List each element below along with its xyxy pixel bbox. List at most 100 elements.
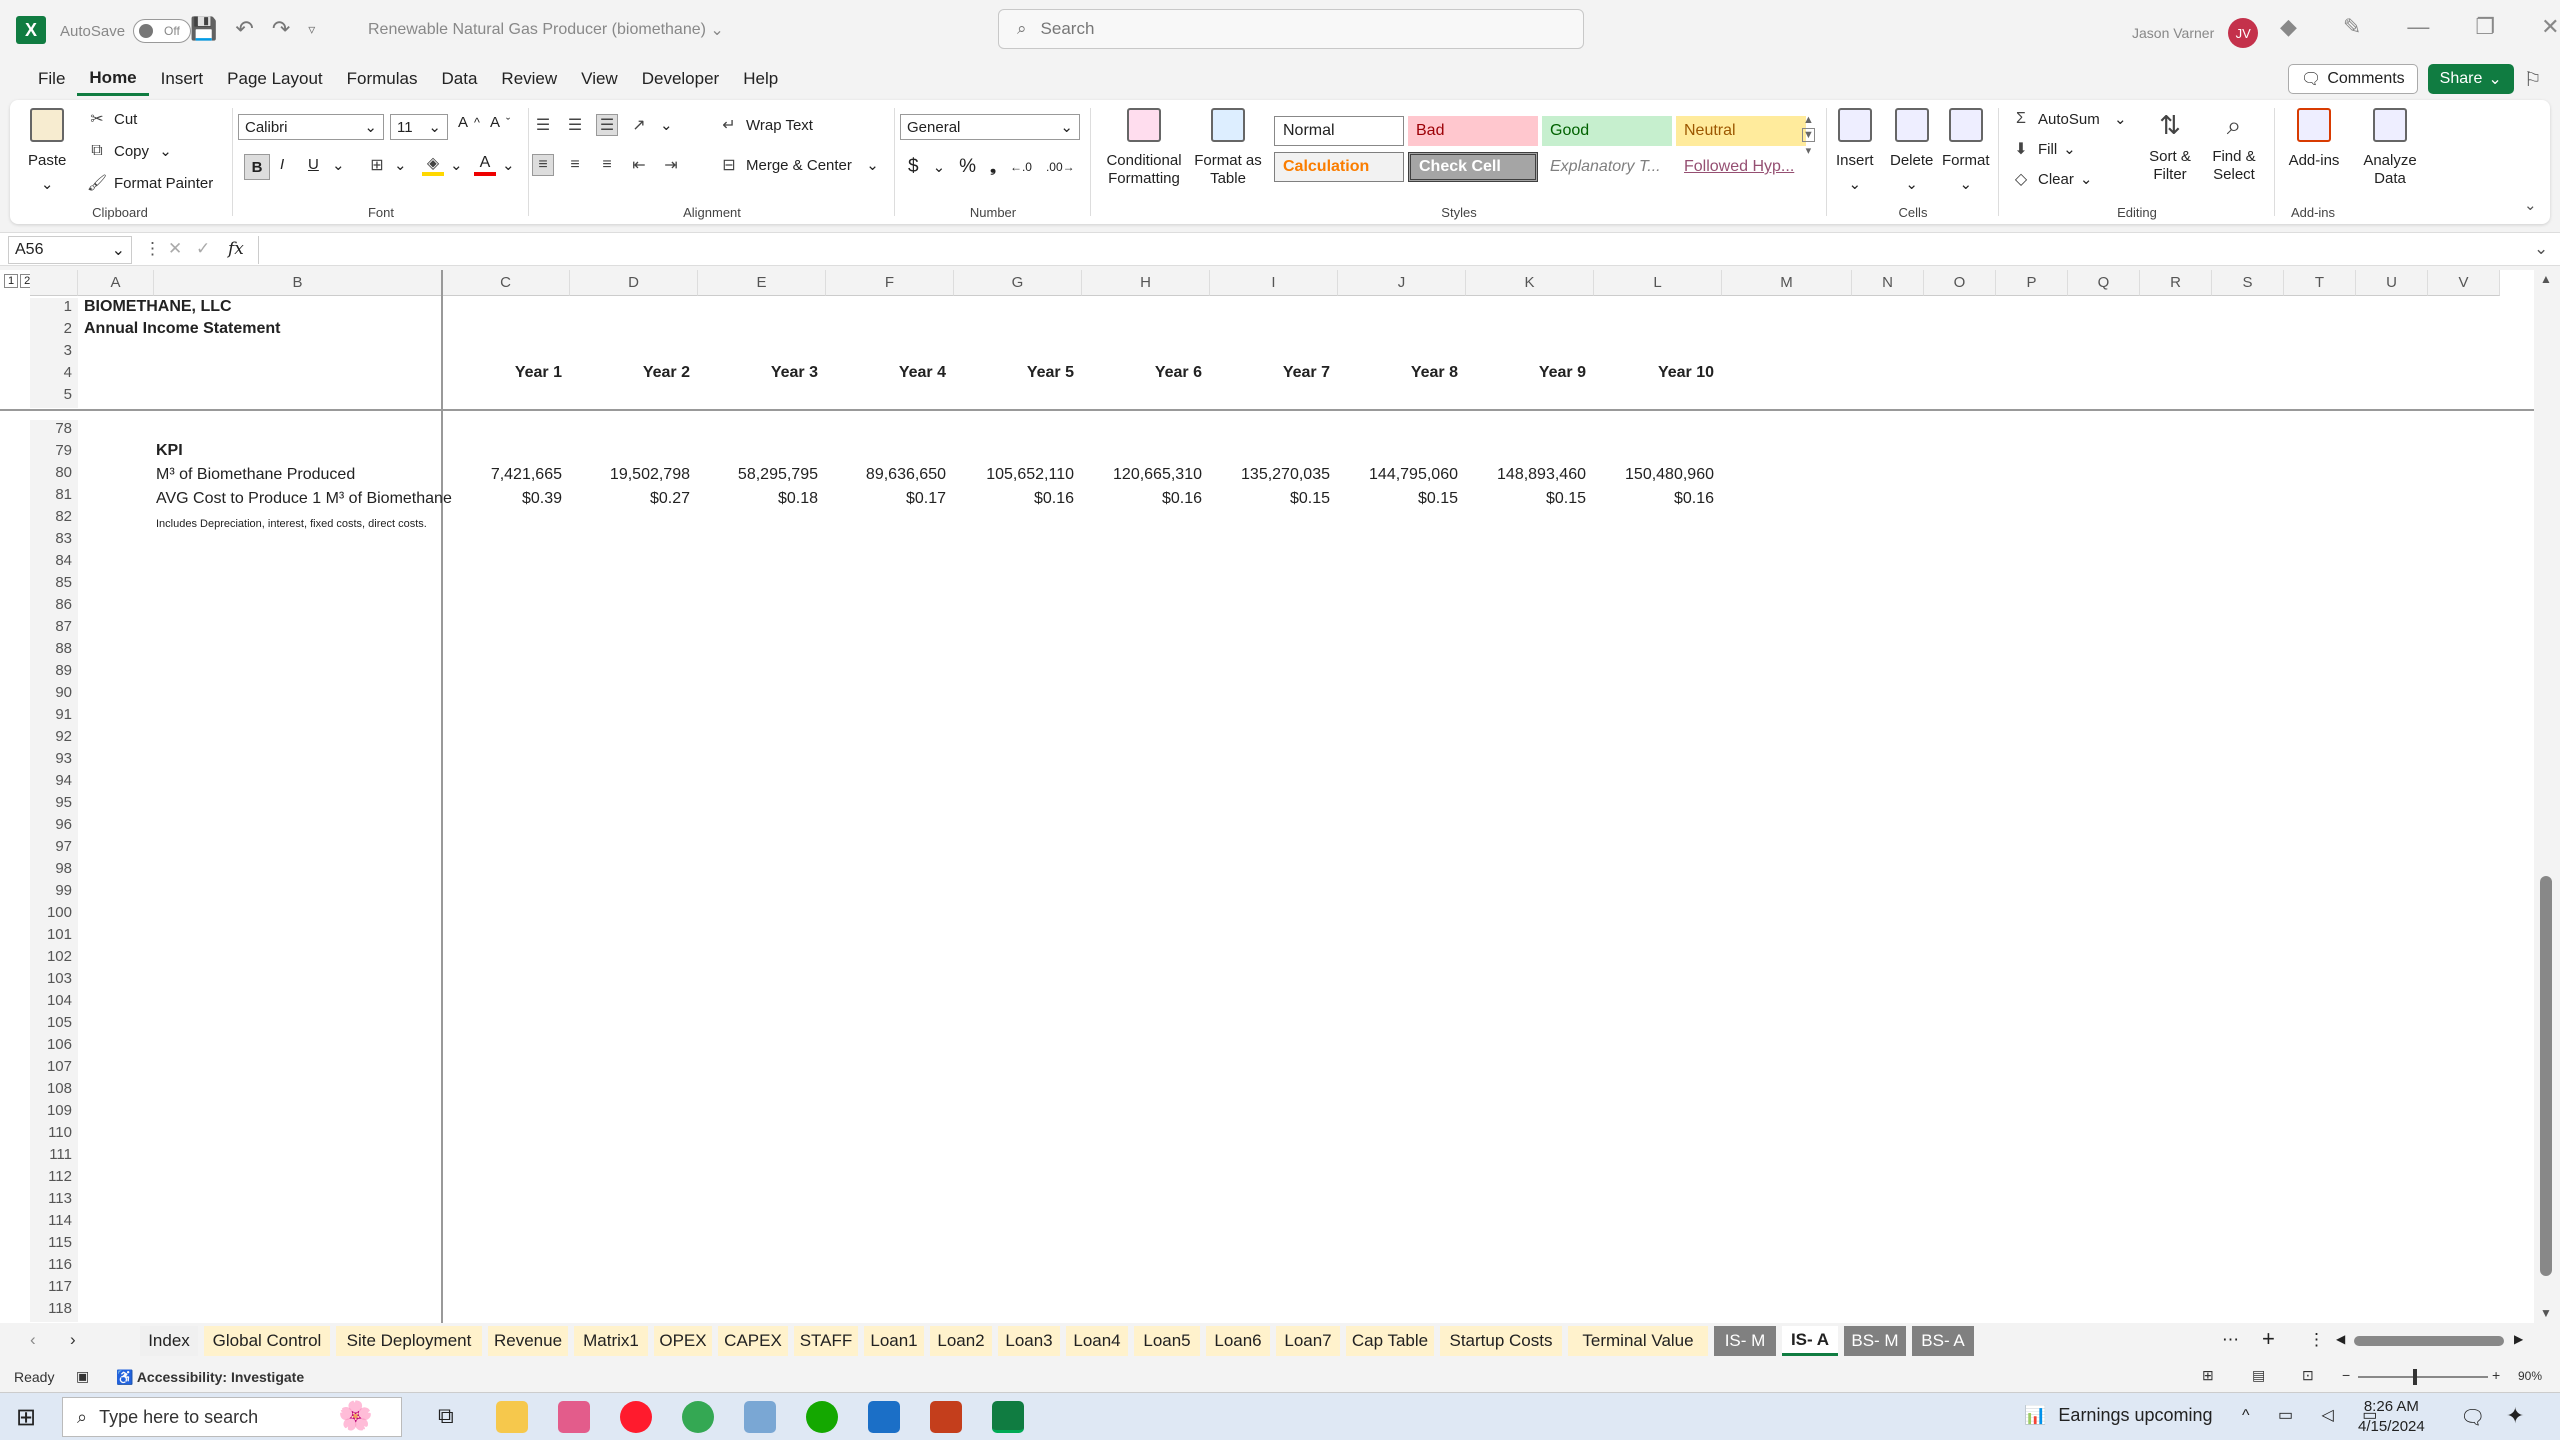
app-icon[interactable] (744, 1401, 776, 1433)
row-header-114[interactable]: 114 (30, 1212, 78, 1234)
copy-button[interactable]: ⧉ Copy ⌄ (86, 140, 172, 162)
pen-icon[interactable]: ✎ (2343, 14, 2361, 40)
outline-level-1[interactable]: 1 (4, 274, 19, 288)
row-header-3[interactable]: 3 (30, 342, 78, 364)
align-middle-icon[interactable]: ☰ (564, 114, 586, 136)
next-sheet-icon[interactable]: › (70, 1330, 76, 1350)
row-header-87[interactable]: 87 (30, 618, 78, 640)
column-header-l[interactable]: L (1594, 270, 1722, 296)
year-header[interactable]: Year 9 (1466, 364, 1586, 382)
align-right-icon[interactable]: ≡ (596, 154, 618, 176)
underline-dropdown[interactable]: ⌄ (332, 156, 345, 174)
share-button[interactable]: Share ⌄ (2427, 64, 2514, 94)
minimize-icon[interactable]: — (2407, 14, 2429, 40)
row82-note[interactable]: Includes Depreciation, interest, fixed c… (156, 518, 427, 530)
column-header-i[interactable]: I (1210, 270, 1338, 296)
row-header-89[interactable]: 89 (30, 662, 78, 684)
row-header-85[interactable]: 85 (30, 574, 78, 596)
tab-page-layout[interactable]: Page Layout (215, 62, 334, 96)
sheet-tab[interactable]: Startup Costs (1440, 1326, 1562, 1356)
font-name-select[interactable]: Calibri ⌄ (238, 114, 384, 140)
undo-icon[interactable]: ↶ (235, 16, 253, 42)
year-header[interactable]: Year 6 (1082, 364, 1202, 382)
sheet-tab[interactable]: Cap Table (1346, 1326, 1434, 1356)
sheet-tab[interactable]: IS- A (1782, 1326, 1838, 1356)
find-select-button[interactable]: ⌕ Find & Select (2202, 108, 2266, 184)
scroll-left-icon[interactable]: ◀ (2336, 1332, 2345, 1346)
tab-view[interactable]: View (569, 62, 630, 96)
column-header-b[interactable]: B (154, 270, 442, 296)
production-value-cell[interactable]: 89,636,650 (826, 466, 946, 484)
snipping-tool-icon[interactable] (558, 1401, 590, 1433)
sheet-tab[interactable]: Loan3 (998, 1326, 1060, 1356)
production-value-cell[interactable]: 150,480,960 (1594, 466, 1714, 484)
borders-button[interactable]: ⊞ ⌄ (366, 154, 406, 176)
wrap-text-button[interactable]: ↵ Wrap Text (718, 114, 813, 136)
year-header[interactable]: Year 4 (826, 364, 946, 382)
clock[interactable]: 8:26 AM 4/15/2024 (2358, 1397, 2425, 1437)
column-header-q[interactable]: Q (2068, 270, 2140, 296)
formula-input[interactable] (258, 236, 2528, 264)
cut-button[interactable]: ✂ Cut (86, 108, 137, 130)
feedback-icon[interactable]: ⚐ (2524, 67, 2542, 92)
row81-label[interactable]: AVG Cost to Produce 1 M³ of Biomethane (156, 490, 452, 508)
column-header-k[interactable]: K (1466, 270, 1594, 296)
more-sheets-icon[interactable]: ⋯ (2222, 1330, 2239, 1350)
font-color-button[interactable]: A ⌄ (474, 154, 515, 176)
restore-icon[interactable]: ❐ (2475, 14, 2495, 40)
sheet-tab[interactable]: Loan7 (1276, 1326, 1340, 1356)
scroll-right-icon[interactable]: ▶ (2514, 1332, 2523, 1346)
grow-font-button[interactable]: A ^ (458, 114, 480, 131)
row-header-101[interactable]: 101 (30, 926, 78, 948)
year-header[interactable]: Year 10 (1594, 364, 1714, 382)
autosum-button[interactable]: Σ AutoSum ⌄ (2010, 108, 2127, 130)
zoom-slider[interactable] (2358, 1369, 2488, 1385)
column-header-d[interactable]: D (570, 270, 698, 296)
row-header-91[interactable]: 91 (30, 706, 78, 728)
row-header-109[interactable]: 109 (30, 1102, 78, 1124)
name-box[interactable]: A56 ⌄ (8, 236, 132, 264)
task-view-icon[interactable]: ⧉ (438, 1403, 454, 1429)
excel-taskbar-icon[interactable] (992, 1401, 1024, 1433)
photos-icon[interactable] (868, 1401, 900, 1433)
file-explorer-icon[interactable] (496, 1401, 528, 1433)
row-header-98[interactable]: 98 (30, 860, 78, 882)
increase-indent-icon[interactable]: ⇥ (660, 154, 682, 176)
column-header-c[interactable]: C (442, 270, 570, 296)
row-header-110[interactable]: 110 (30, 1124, 78, 1146)
row-header-105[interactable]: 105 (30, 1014, 78, 1036)
tab-developer[interactable]: Developer (630, 62, 732, 96)
row-header-79[interactable]: 79 (30, 442, 78, 464)
row-header-97[interactable]: 97 (30, 838, 78, 860)
avatar[interactable]: JV (2228, 18, 2259, 48)
scroll-up-icon[interactable]: ▲ (2540, 272, 2552, 286)
underline-button[interactable]: U (308, 156, 319, 173)
scroll-down-icon[interactable]: ▼ (2540, 1306, 2552, 1320)
select-all-corner[interactable] (30, 270, 78, 296)
sheet-tab[interactable]: Index (140, 1326, 198, 1356)
zoom-in-icon[interactable]: + (2492, 1367, 2500, 1383)
column-header-p[interactable]: P (1996, 270, 2068, 296)
year-header[interactable]: Year 7 (1210, 364, 1330, 382)
production-value-cell[interactable]: 105,652,110 (954, 466, 1074, 484)
sheet-tab[interactable]: Terminal Value (1568, 1326, 1708, 1356)
avg-cost-cell[interactable]: $0.16 (954, 490, 1074, 508)
style-normal[interactable]: Normal (1274, 116, 1404, 146)
row-header-80[interactable]: 80 (30, 464, 78, 486)
worksheet-grid[interactable]: 1 2 ABCDEFGHIJKLMNOPQRSTUV 1 2 3 4 5 78 79 80 81… (0, 270, 2560, 1323)
comments-button[interactable]: 🗨 Comments (2288, 64, 2418, 94)
merge-center-button[interactable]: ⊟ Merge & Center ⌄ (718, 154, 879, 176)
number-format-select[interactable]: General ⌄ (900, 114, 1080, 140)
year-header[interactable]: Year 2 (570, 364, 690, 382)
decrease-decimal-icon[interactable]: .00→ (1046, 160, 1075, 174)
style-bad[interactable]: Bad (1408, 116, 1538, 146)
accessibility-status[interactable]: ♿ Accessibility: Investigate (116, 1369, 304, 1386)
page-layout-view-icon[interactable]: ▤ (2252, 1367, 2265, 1384)
style-calculation[interactable]: Calculation (1274, 152, 1404, 182)
prev-sheet-icon[interactable]: ‹ (30, 1330, 36, 1350)
statement-title[interactable]: Annual Income Statement (84, 320, 280, 338)
opera-icon[interactable] (620, 1401, 652, 1433)
tab-formulas[interactable]: Formulas (335, 62, 430, 96)
row-header-92[interactable]: 92 (30, 728, 78, 750)
avg-cost-cell[interactable]: $0.18 (698, 490, 818, 508)
